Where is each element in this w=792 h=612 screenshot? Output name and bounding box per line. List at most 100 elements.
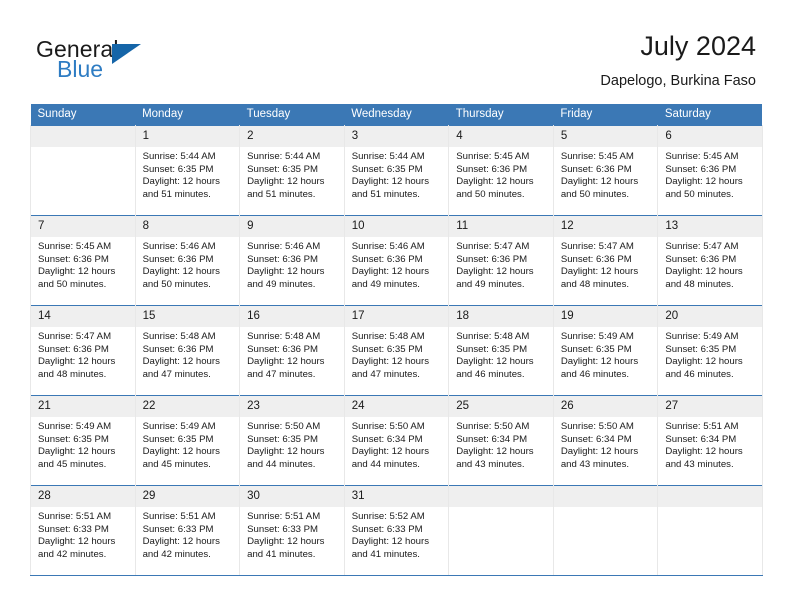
sunrise-text: Sunrise: 5:47 AM bbox=[560, 241, 634, 252]
calendar-day-cell[interactable]: 25 Sunrise: 5:50 AM Sunset: 6:34 PM Dayligh… bbox=[448, 395, 554, 486]
sunset-text: Sunset: 6:35 PM bbox=[665, 343, 737, 355]
page-subtitle: Dapelogo, Burkina Faso bbox=[600, 73, 756, 89]
day-details bbox=[449, 507, 553, 511]
day-cell-inner: 23 Sunrise: 5:50 AM Sunset: 6:35 PM Dayligh… bbox=[240, 396, 344, 471]
calendar-day-cell[interactable]: 15 Sunrise: 5:48 AM Sunset: 6:36 PM Dayligh… bbox=[134, 305, 241, 396]
day-cell-inner: 25 Sunrise: 5:50 AM Sunset: 6:34 PM Dayligh… bbox=[449, 396, 553, 471]
day-details: Sunrise: 5:49 AM Sunset: 6:35 PM Daylight:… bbox=[554, 327, 658, 381]
day-number: 2 bbox=[240, 126, 344, 147]
day-details: Sunrise: 5:51 AM Sunset: 6:33 PM Daylight:… bbox=[136, 507, 240, 561]
daylight-text-line2: and 46 minutes. bbox=[456, 368, 525, 380]
day-details: Sunrise: 5:44 AM Sunset: 6:35 PM Daylight:… bbox=[345, 147, 449, 201]
day-cell-inner: 20 Sunrise: 5:49 AM Sunset: 6:35 PM Dayligh… bbox=[658, 306, 762, 381]
day-number: 31 bbox=[344, 486, 449, 507]
daylight-text-line1: Daylight: 12 hours bbox=[665, 176, 743, 188]
day-cell-inner bbox=[31, 126, 135, 151]
calendar-day-cell[interactable]: 26 Sunrise: 5:50 AM Sunset: 6:34 PM Dayligh… bbox=[552, 395, 659, 486]
calendar-day-cell[interactable]: 27 Sunrise: 5:51 AM Sunset: 6:34 PM Dayligh… bbox=[657, 395, 763, 486]
day-number: 26 bbox=[553, 396, 658, 417]
daylight-text-line1: Daylight: 12 hours bbox=[351, 536, 430, 548]
calendar-day-cell[interactable]: 28 Sunrise: 5:51 AM Sunset: 6:33 PM Dayligh… bbox=[30, 485, 136, 576]
calendar-day-cell[interactable]: 23 Sunrise: 5:50 AM Sunset: 6:35 PM Dayligh… bbox=[239, 395, 345, 486]
daylight-text-line1: Daylight: 12 hours bbox=[142, 176, 220, 188]
daylight-text-line2: and 45 minutes. bbox=[142, 458, 211, 470]
calendar-day-cell[interactable]: 24 Sunrise: 5:50 AM Sunset: 6:34 PM Dayligh… bbox=[343, 395, 450, 486]
day-number: 28 bbox=[31, 486, 135, 507]
calendar-week-row: 21 Sunrise: 5:49 AM Sunset: 6:35 PM Dayligh… bbox=[30, 395, 763, 486]
calendar-day-cell[interactable] bbox=[448, 485, 554, 576]
sunrise-text: Sunrise: 5:45 AM bbox=[665, 151, 739, 162]
calendar-day-cell[interactable]: 17 Sunrise: 5:48 AM Sunset: 6:35 PM Dayligh… bbox=[343, 305, 450, 396]
calendar-day-cell[interactable]: 11 Sunrise: 5:47 AM Sunset: 6:36 PM Dayligh… bbox=[448, 215, 554, 306]
day-number bbox=[31, 126, 135, 147]
day-number: 21 bbox=[31, 396, 135, 417]
sunrise-text: Sunrise: 5:51 AM bbox=[247, 511, 321, 522]
calendar-day-cell[interactable]: 16 Sunrise: 5:48 AM Sunset: 6:36 PM Dayligh… bbox=[239, 305, 345, 396]
sunset-text: Sunset: 6:33 PM bbox=[351, 523, 423, 535]
day-number: 18 bbox=[449, 306, 553, 327]
calendar-day-cell[interactable]: 7 Sunrise: 5:45 AM Sunset: 6:36 PM Daylight… bbox=[30, 215, 136, 306]
calendar-day-cell[interactable]: 3 Sunrise: 5:44 AM Sunset: 6:35 PM Daylight… bbox=[343, 125, 450, 216]
day-number: 13 bbox=[658, 216, 762, 237]
day-number: 8 bbox=[135, 216, 240, 237]
daylight-text-line2: and 48 minutes. bbox=[665, 278, 734, 290]
calendar-day-cell[interactable] bbox=[657, 485, 763, 576]
day-number: 17 bbox=[344, 306, 449, 327]
daylight-text-line1: Daylight: 12 hours bbox=[38, 356, 116, 368]
calendar-day-cell[interactable] bbox=[552, 485, 659, 576]
calendar-day-cell[interactable]: 12 Sunrise: 5:47 AM Sunset: 6:36 PM Dayligh… bbox=[552, 215, 659, 306]
daylight-text-line2: and 50 minutes. bbox=[560, 188, 630, 200]
day-number: 23 bbox=[240, 396, 344, 417]
calendar-day-cell[interactable]: 1 Sunrise: 5:44 AM Sunset: 6:35 PM Daylight… bbox=[134, 125, 241, 216]
daylight-text-line1: Daylight: 12 hours bbox=[142, 356, 220, 368]
calendar-day-cell[interactable]: 22 Sunrise: 5:49 AM Sunset: 6:35 PM Dayligh… bbox=[134, 395, 241, 486]
daylight-text-line2: and 47 minutes. bbox=[142, 368, 211, 380]
calendar-header-row: Sunday Monday Tuesday Wednesday Thursday… bbox=[30, 104, 763, 126]
calendar-day-cell[interactable]: 31 Sunrise: 5:52 AM Sunset: 6:33 PM Dayligh… bbox=[343, 485, 450, 576]
daylight-text-line1: Daylight: 12 hours bbox=[247, 446, 325, 458]
day-details bbox=[554, 507, 658, 511]
day-cell-inner: 15 Sunrise: 5:48 AM Sunset: 6:36 PM Dayligh… bbox=[135, 306, 240, 381]
daylight-text-line2: and 43 minutes. bbox=[456, 458, 525, 470]
calendar-day-cell[interactable]: 13 Sunrise: 5:47 AM Sunset: 6:36 PM Dayligh… bbox=[657, 215, 763, 306]
day-number: 3 bbox=[344, 126, 449, 147]
day-cell-inner: 1 Sunrise: 5:44 AM Sunset: 6:35 PM Daylight… bbox=[135, 126, 240, 201]
calendar-day-cell[interactable]: 20 Sunrise: 5:49 AM Sunset: 6:35 PM Dayligh… bbox=[657, 305, 763, 396]
day-number: 11 bbox=[449, 216, 553, 237]
sunset-text: Sunset: 6:36 PM bbox=[560, 163, 632, 175]
sunset-text: Sunset: 6:35 PM bbox=[351, 163, 423, 175]
sunrise-text: Sunrise: 5:49 AM bbox=[560, 331, 634, 342]
calendar-day-cell[interactable]: 9 Sunrise: 5:46 AM Sunset: 6:36 PM Daylight… bbox=[239, 215, 345, 306]
sunrise-text: Sunrise: 5:50 AM bbox=[560, 421, 634, 432]
calendar-day-cell[interactable]: 19 Sunrise: 5:49 AM Sunset: 6:35 PM Dayligh… bbox=[552, 305, 659, 396]
sunrise-text: Sunrise: 5:52 AM bbox=[351, 511, 425, 522]
day-cell-inner: 14 Sunrise: 5:47 AM Sunset: 6:36 PM Dayligh… bbox=[31, 306, 135, 381]
calendar-day-cell[interactable]: 10 Sunrise: 5:46 AM Sunset: 6:36 PM Dayligh… bbox=[343, 215, 450, 306]
calendar-day-cell[interactable]: 8 Sunrise: 5:46 AM Sunset: 6:36 PM Daylight… bbox=[134, 215, 241, 306]
day-details: Sunrise: 5:51 AM Sunset: 6:33 PM Daylight:… bbox=[31, 507, 135, 561]
daylight-text-line1: Daylight: 12 hours bbox=[665, 266, 743, 278]
calendar-day-cell[interactable]: 2 Sunrise: 5:44 AM Sunset: 6:35 PM Daylight… bbox=[239, 125, 345, 216]
calendar-day-cell[interactable]: 30 Sunrise: 5:51 AM Sunset: 6:33 PM Dayligh… bbox=[239, 485, 345, 576]
day-number: 6 bbox=[658, 126, 762, 147]
sunrise-text: Sunrise: 5:44 AM bbox=[351, 151, 425, 162]
calendar-day-cell[interactable]: 5 Sunrise: 5:45 AM Sunset: 6:36 PM Daylight… bbox=[552, 125, 659, 216]
daylight-text-line2: and 50 minutes. bbox=[456, 188, 525, 200]
sunrise-text: Sunrise: 5:45 AM bbox=[560, 151, 634, 162]
daylight-text-line2: and 47 minutes. bbox=[351, 368, 420, 380]
logo-text-blue: Blue bbox=[57, 56, 104, 82]
calendar-day-cell[interactable]: 6 Sunrise: 5:45 AM Sunset: 6:36 PM Daylight… bbox=[657, 125, 763, 216]
sunset-text: Sunset: 6:35 PM bbox=[142, 433, 214, 445]
day-details: Sunrise: 5:49 AM Sunset: 6:35 PM Daylight:… bbox=[136, 417, 240, 471]
calendar-day-cell[interactable] bbox=[30, 125, 136, 216]
calendar-day-cell[interactable]: 4 Sunrise: 5:45 AM Sunset: 6:36 PM Daylight… bbox=[448, 125, 554, 216]
sunrise-text: Sunrise: 5:45 AM bbox=[38, 241, 112, 252]
calendar-day-cell[interactable]: 18 Sunrise: 5:48 AM Sunset: 6:35 PM Dayligh… bbox=[448, 305, 554, 396]
calendar-day-cell[interactable]: 21 Sunrise: 5:49 AM Sunset: 6:35 PM Dayligh… bbox=[30, 395, 136, 486]
day-details: Sunrise: 5:46 AM Sunset: 6:36 PM Daylight:… bbox=[345, 237, 449, 291]
calendar-day-cell[interactable]: 14 Sunrise: 5:47 AM Sunset: 6:36 PM Dayligh… bbox=[30, 305, 136, 396]
day-number: 5 bbox=[553, 126, 658, 147]
daylight-text-line1: Daylight: 12 hours bbox=[38, 536, 116, 548]
calendar-day-cell[interactable]: 29 Sunrise: 5:51 AM Sunset: 6:33 PM Dayligh… bbox=[134, 485, 241, 576]
sunset-text: Sunset: 6:33 PM bbox=[142, 523, 214, 535]
